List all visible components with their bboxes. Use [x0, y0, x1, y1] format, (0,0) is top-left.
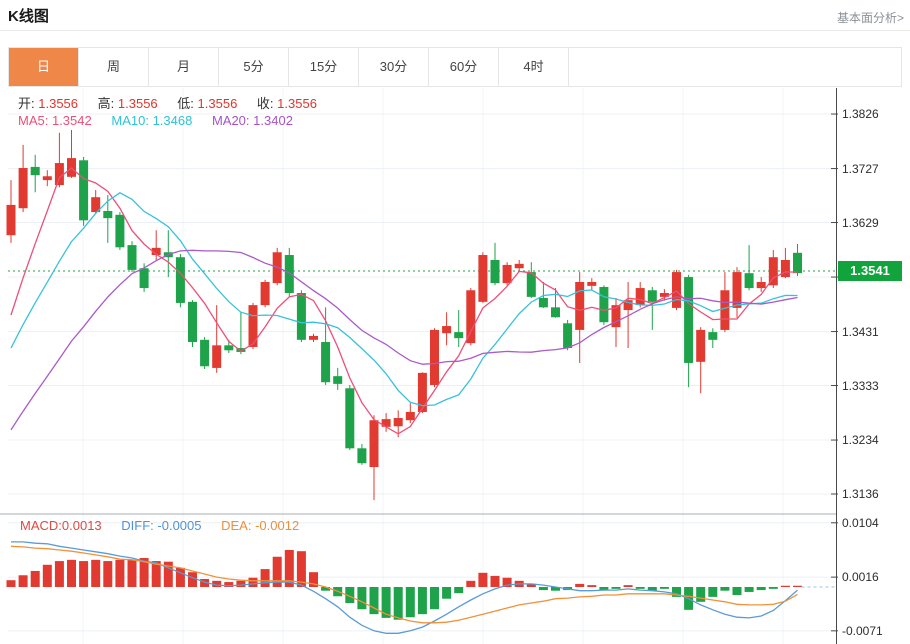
open-label: 开: — [18, 96, 35, 111]
price-axis-label: 1.3629 — [842, 216, 879, 230]
tab-30min[interactable]: 30分 — [359, 48, 429, 86]
current-price-badge: 1.3541 — [838, 261, 902, 281]
kline-app: K线图 基本面分析> 日 周 月 5分 15分 30分 60分 4时 开: 1.… — [0, 0, 910, 644]
ma10-value: 1.3468 — [153, 113, 193, 128]
diff-value: -0.0005 — [157, 518, 201, 533]
price-axis-label: 1.3826 — [842, 107, 879, 121]
ma-info-line: MA5: 1.3542 MA10: 1.3468 MA20: 1.3402 — [18, 113, 309, 128]
tab-15min[interactable]: 15分 — [289, 48, 359, 86]
ma5-value: 1.3542 — [52, 113, 92, 128]
price-axis-label: 1.3234 — [842, 433, 879, 447]
ma20-value: 1.3402 — [253, 113, 293, 128]
tab-60min[interactable]: 60分 — [429, 48, 499, 86]
tab-day[interactable]: 日 — [9, 48, 79, 86]
tab-week[interactable]: 周 — [79, 48, 149, 86]
high-value: 1.3556 — [118, 96, 158, 111]
low-label: 低: — [177, 96, 194, 111]
price-axis-label: 1.3431 — [842, 325, 879, 339]
tab-4hour[interactable]: 4时 — [499, 48, 569, 86]
low-value: 1.3556 — [198, 96, 238, 111]
macd-axis-label: 0.0104 — [842, 516, 879, 530]
diff-label: DIFF: — [121, 518, 154, 533]
price-axis-label: 1.3136 — [842, 487, 879, 501]
price-axis-label: 1.3727 — [842, 162, 879, 176]
macd-axis-label: 0.0016 — [842, 570, 879, 584]
tab-5min[interactable]: 5分 — [219, 48, 289, 86]
close-value: 1.3556 — [277, 96, 317, 111]
dea-label: DEA: — [221, 518, 251, 533]
tab-month[interactable]: 月 — [149, 48, 219, 86]
ohlc-info-line: 开: 1.3556 高: 1.3556 低: 1.3556 收: 1.3556 — [18, 93, 333, 112]
open-value: 1.3556 — [38, 96, 78, 111]
price-axis-label: 1.3333 — [842, 379, 879, 393]
tabbar-filler — [569, 48, 901, 86]
period-tabbar: 日 周 月 5分 15分 30分 60分 4时 — [8, 47, 902, 87]
macd-label: MACD: — [20, 518, 62, 533]
macd-axis-label: -0.0071 — [842, 624, 883, 638]
dea-value: -0.0012 — [255, 518, 299, 533]
macd-value: 0.0013 — [62, 518, 102, 533]
ma20-label: MA20: — [212, 113, 250, 128]
high-label: 高: — [98, 96, 115, 111]
close-label: 收: — [257, 96, 274, 111]
ma5-label: MA5: — [18, 113, 48, 128]
macd-info-line: MACD:0.0013 DIFF: -0.0005 DEA: -0.0012 — [20, 518, 315, 533]
ma10-label: MA10: — [111, 113, 149, 128]
